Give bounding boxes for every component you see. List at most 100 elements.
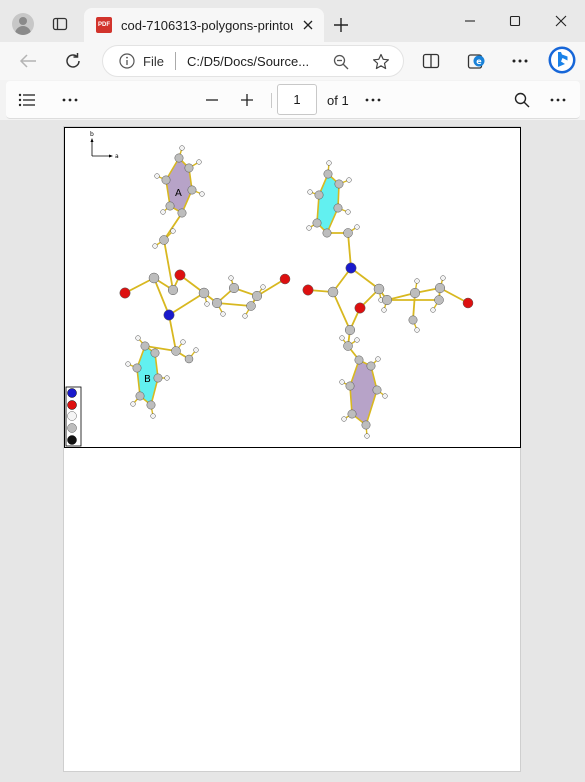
carbon-atom <box>344 324 356 336</box>
hydrogen-atom <box>164 375 170 381</box>
ring-atom <box>161 175 171 185</box>
address-url[interactable]: C:/D5/Docs/Source... <box>187 54 317 69</box>
hydrogen-atom <box>150 413 156 419</box>
hydrogen-atom <box>339 335 345 341</box>
new-tab-icon[interactable] <box>330 14 352 36</box>
ring-atom <box>146 400 156 410</box>
bing-copilot-icon[interactable] <box>546 44 578 76</box>
bond <box>332 291 351 331</box>
file-scheme-label: File <box>143 53 164 69</box>
hydrogen-atom <box>326 160 332 166</box>
toolbar-divider <box>271 93 272 108</box>
carbon-atom <box>184 354 194 364</box>
zoom-out-icon[interactable] <box>332 53 350 71</box>
hydrogen-atom <box>135 335 141 341</box>
ring-atom <box>187 185 197 195</box>
hydrogen-atom <box>440 275 446 281</box>
svg-text:e: e <box>476 57 482 66</box>
contents-list-icon[interactable] <box>16 89 38 111</box>
favorite-star-icon[interactable] <box>371 52 391 72</box>
carbon-atom <box>251 290 263 302</box>
hydrogen-atom <box>382 393 388 399</box>
carbon-atom <box>343 341 353 351</box>
hydrogen-atom <box>339 379 345 385</box>
pdf-viewer[interactable]: b a A B <box>0 120 585 782</box>
ie-mode-icon[interactable]: e <box>464 49 490 73</box>
ring-atom <box>361 420 371 430</box>
axis-b-label: b <box>90 131 94 138</box>
ring-atom <box>354 355 364 365</box>
hydrogen-atom <box>354 224 360 230</box>
hydrogen-atom <box>341 416 347 422</box>
address-divider <box>174 52 176 70</box>
page-number-input[interactable]: 1 <box>277 84 317 115</box>
carbon-atom <box>327 286 339 298</box>
ring-atom <box>140 341 150 351</box>
ring-atom <box>153 373 163 383</box>
more-options-center-icon[interactable] <box>362 89 384 111</box>
ring-atom <box>174 153 184 163</box>
close-window-icon[interactable] <box>549 11 573 31</box>
title-bar: PDF cod-7106313-polygons-printout <box>0 0 585 42</box>
tab-title: cod-7106313-polygons-printout <box>121 17 293 33</box>
oxygen-atom <box>174 269 186 281</box>
address-field[interactable]: File C:/D5/Docs/Source... <box>102 45 404 77</box>
bond <box>168 314 177 352</box>
hydrogen-atom <box>414 327 420 333</box>
browser-tab[interactable]: PDF cod-7106313-polygons-printout <box>84 8 324 42</box>
hydrogen-atom <box>170 228 176 234</box>
ring-atom <box>322 228 332 238</box>
tab-actions-icon[interactable] <box>50 14 70 34</box>
hydrogen-atom <box>199 191 205 197</box>
hydrogen-atom <box>346 177 352 183</box>
oxygen-atom <box>302 284 314 296</box>
pdf-toolbar: 1 of 1 <box>6 81 580 119</box>
carbon-atom <box>171 346 181 356</box>
more-options-right-icon[interactable] <box>547 89 569 111</box>
hydrogen-atom <box>354 337 360 343</box>
carbon-atom <box>228 282 240 294</box>
zoom-in-plus-icon[interactable] <box>236 89 258 111</box>
bond <box>163 212 183 241</box>
hydrogen-atom <box>430 307 436 313</box>
ring-atom <box>366 361 376 371</box>
hydrogen-atom <box>381 307 387 313</box>
legend-oxygen <box>67 400 77 410</box>
hydrogen-atom <box>204 301 210 307</box>
more-options-left-icon[interactable] <box>59 89 81 111</box>
carbon-atom <box>211 297 223 309</box>
oxygen-atom <box>119 287 131 299</box>
address-bar-row: File C:/D5/Docs/Source... e <box>0 42 585 80</box>
refresh-icon[interactable] <box>60 49 86 73</box>
close-tab-icon[interactable] <box>299 16 317 34</box>
carbon-atom <box>246 301 256 311</box>
ring-label-b: B <box>144 374 151 385</box>
ring-atom <box>345 381 355 391</box>
ring-atom <box>135 391 145 401</box>
hydrogen-atom <box>307 189 313 195</box>
hydrogen-atom <box>260 284 266 290</box>
nitrogen-atom <box>163 309 175 321</box>
maximize-icon[interactable] <box>503 11 527 31</box>
nitrogen-atom <box>345 262 357 274</box>
profile-avatar-icon[interactable] <box>12 13 34 35</box>
carbon-atom <box>343 228 353 238</box>
hydrogen-atom <box>242 313 248 319</box>
pdf-page: b a A B <box>63 126 521 772</box>
split-screen-icon[interactable] <box>418 49 444 73</box>
minimize-icon[interactable] <box>458 11 482 31</box>
carbon-atom <box>148 272 160 284</box>
carbon-atom <box>373 283 385 295</box>
search-icon[interactable] <box>511 89 533 111</box>
hydrogen-atom <box>220 311 226 317</box>
zoom-out-minus-icon[interactable] <box>201 89 223 111</box>
hydrogen-atom <box>180 339 186 345</box>
hydrogen-atom <box>160 209 166 215</box>
carbon-atom <box>434 295 444 305</box>
axis-indicator: b a <box>90 131 119 160</box>
info-icon[interactable] <box>119 53 135 69</box>
carbon-atom <box>198 287 210 299</box>
back-arrow-icon[interactable] <box>15 49 41 73</box>
settings-more-icon[interactable] <box>507 49 533 73</box>
hydrogen-atom <box>228 275 234 281</box>
